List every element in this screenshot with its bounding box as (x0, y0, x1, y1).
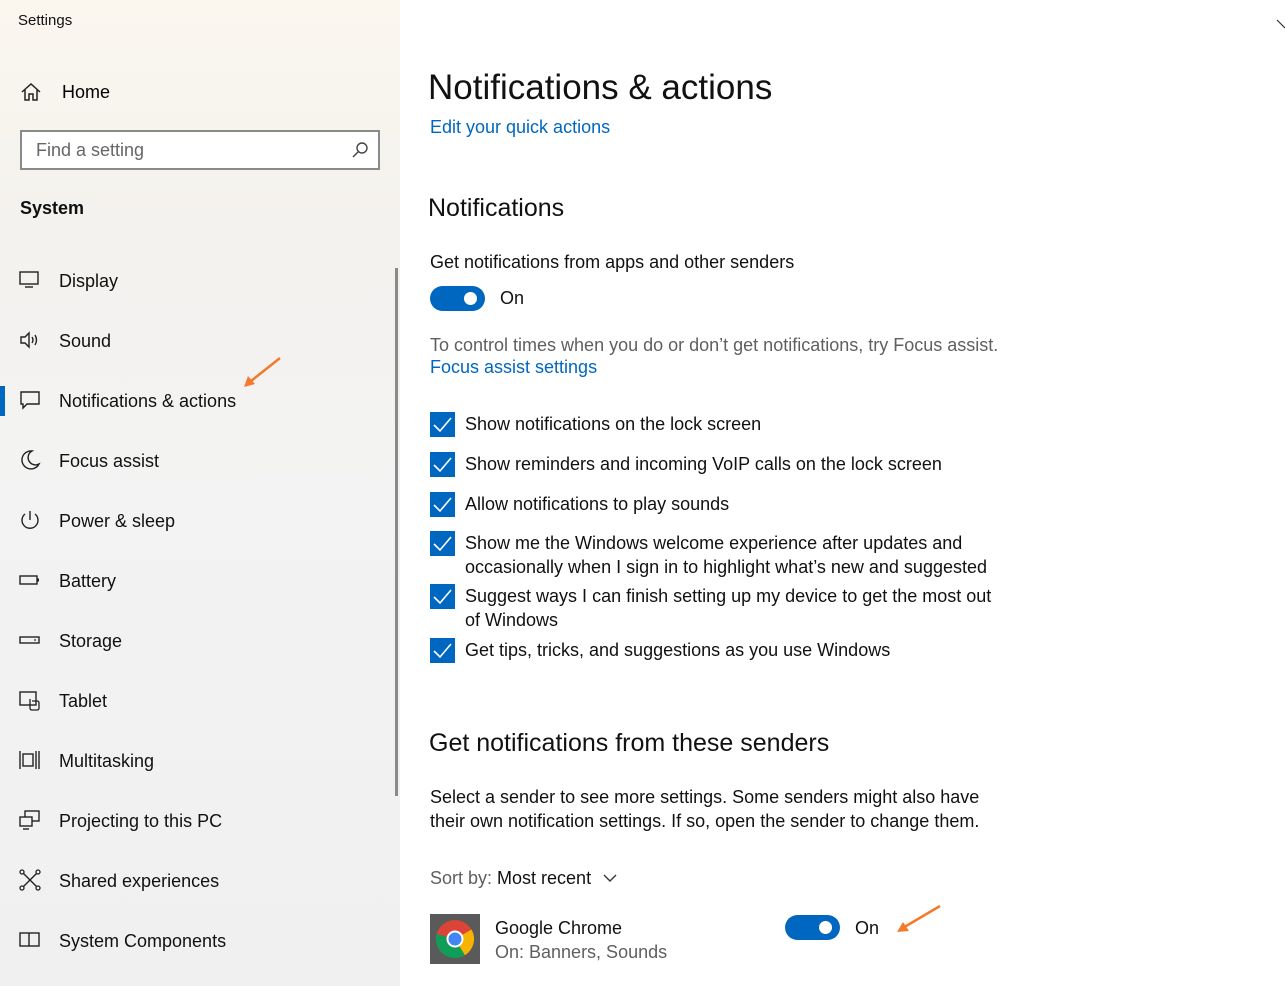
sender-name: Google Chrome (495, 918, 623, 938)
notifications-heading: Notifications (428, 194, 565, 222)
sidebar-item-label: Sound (59, 330, 112, 351)
page-title: Notifications & actions (428, 68, 773, 107)
sidebar-item-label: Storage (59, 630, 123, 651)
home-nav[interactable]: Home (20, 79, 110, 105)
close-icon[interactable] (1271, 12, 1285, 52)
sender-detail: On: Banners, Sounds (495, 942, 668, 962)
notification-icon (20, 391, 40, 410)
checkbox[interactable] (430, 584, 455, 609)
checkmark-icon (433, 457, 452, 473)
shared-experiences-icon (19, 869, 41, 891)
checkmark-icon (433, 536, 452, 552)
sidebar-item-sound[interactable]: Sound (0, 316, 392, 366)
sidebar-item-projecting[interactable]: Projecting to this PC (0, 796, 392, 846)
checkmark-icon (433, 643, 452, 659)
sender-toggle[interactable] (785, 915, 840, 940)
checkbox[interactable] (430, 531, 455, 556)
sort-by-label: Sort by: (430, 868, 493, 888)
power-icon (21, 511, 39, 529)
edit-quick-actions-link[interactable]: Edit your quick actions (430, 117, 610, 138)
speaker-icon (20, 331, 38, 349)
sidebar-item-label: System Components (59, 930, 227, 951)
senders-heading: Get notifications from these senders (429, 729, 830, 757)
checkbox-label: Show me the Windows welcome experience a… (465, 533, 987, 577)
storage-icon (19, 636, 40, 644)
multitasking-icon (19, 751, 40, 769)
checkbox-label: Show notifications on the lock screen (465, 414, 762, 434)
sidebar-item-shared-experiences[interactable]: Shared experiences (0, 856, 392, 906)
annotation-arrow-icon (897, 904, 941, 932)
sidebar: Settings Home System Display Sound (0, 0, 400, 986)
sort-by-value: Most recent (497, 868, 592, 888)
focus-assist-hint: To control times when you do or don’t ge… (430, 335, 999, 355)
sidebar-item-display[interactable]: Display (0, 256, 392, 306)
projecting-icon (19, 810, 40, 830)
sidebar-item-label: Multitasking (59, 750, 155, 771)
senders-description: Select a sender to see more settings. So… (430, 787, 980, 831)
sidebar-item-label: Display (59, 270, 119, 291)
tablet-icon (19, 691, 40, 711)
get-notifications-state: On (500, 288, 525, 308)
sidebar-item-label: Focus assist (59, 450, 160, 471)
main-content: Notifications & actions Edit your quick … (400, 0, 1285, 986)
checkbox[interactable] (430, 492, 455, 517)
sidebar-item-label: Shared experiences (59, 870, 220, 891)
search-input[interactable] (22, 132, 332, 168)
checkbox-label: Show reminders and incoming VoIP calls o… (465, 454, 942, 474)
app-title: Settings (18, 12, 73, 29)
sidebar-item-label: Battery (59, 570, 117, 591)
focus-assist-settings-link[interactable]: Focus assist settings (430, 357, 597, 378)
checkbox-label: Allow notifications to play sounds (465, 494, 730, 514)
sidebar-item-tablet[interactable]: Tablet (0, 676, 392, 726)
sort-by-dropdown[interactable]: Sort by: Most recent (430, 868, 625, 889)
sender-toggle-state: On (855, 918, 880, 938)
get-notifications-label: Get notifications from apps and other se… (430, 252, 795, 272)
sidebar-item-label: Projecting to this PC (59, 810, 223, 831)
checkbox-label: Suggest ways I can finish setting up my … (465, 586, 992, 630)
chevron-down-icon (603, 874, 617, 882)
sidebar-item-label: Power & sleep (59, 510, 176, 531)
sidebar-item-battery[interactable]: Battery (0, 556, 392, 606)
sidebar-item-system-components[interactable]: System Components (0, 916, 392, 966)
sidebar-item-multitasking[interactable]: Multitasking (0, 736, 392, 786)
sidebar-item-label: Notifications & actions (59, 390, 237, 411)
checkbox-label: Get tips, tricks, and suggestions as you… (465, 640, 891, 660)
system-components-icon (19, 932, 40, 947)
checkbox[interactable] (430, 638, 455, 663)
checkmark-icon (433, 589, 452, 605)
chrome-icon (430, 914, 480, 964)
moon-icon (21, 450, 41, 470)
checkmark-icon (433, 417, 452, 433)
checkbox[interactable] (430, 412, 455, 437)
get-notifications-toggle[interactable] (430, 286, 485, 311)
home-icon (21, 82, 41, 101)
sidebar-item-power-sleep[interactable]: Power & sleep (0, 496, 392, 546)
toggle-knob (464, 292, 477, 305)
checkmark-icon (433, 497, 452, 513)
toggle-knob (819, 921, 832, 934)
section-label-system: System (20, 198, 85, 218)
checkbox[interactable] (430, 452, 455, 477)
battery-icon (19, 575, 39, 585)
sidebar-item-focus-assist[interactable]: Focus assist (0, 436, 392, 486)
sidebar-item-storage[interactable]: Storage (0, 616, 392, 666)
sidebar-item-label: Tablet (59, 690, 108, 711)
monitor-icon (19, 271, 39, 288)
home-label: Home (62, 81, 111, 102)
sidebar-scrollbar[interactable] (395, 268, 398, 796)
annotation-arrow-icon (244, 357, 281, 387)
active-indicator (0, 386, 5, 416)
search-icon[interactable] (350, 140, 370, 160)
search-box[interactable] (20, 130, 380, 170)
sidebar-item-notifications[interactable]: Notifications & actions (0, 376, 392, 426)
